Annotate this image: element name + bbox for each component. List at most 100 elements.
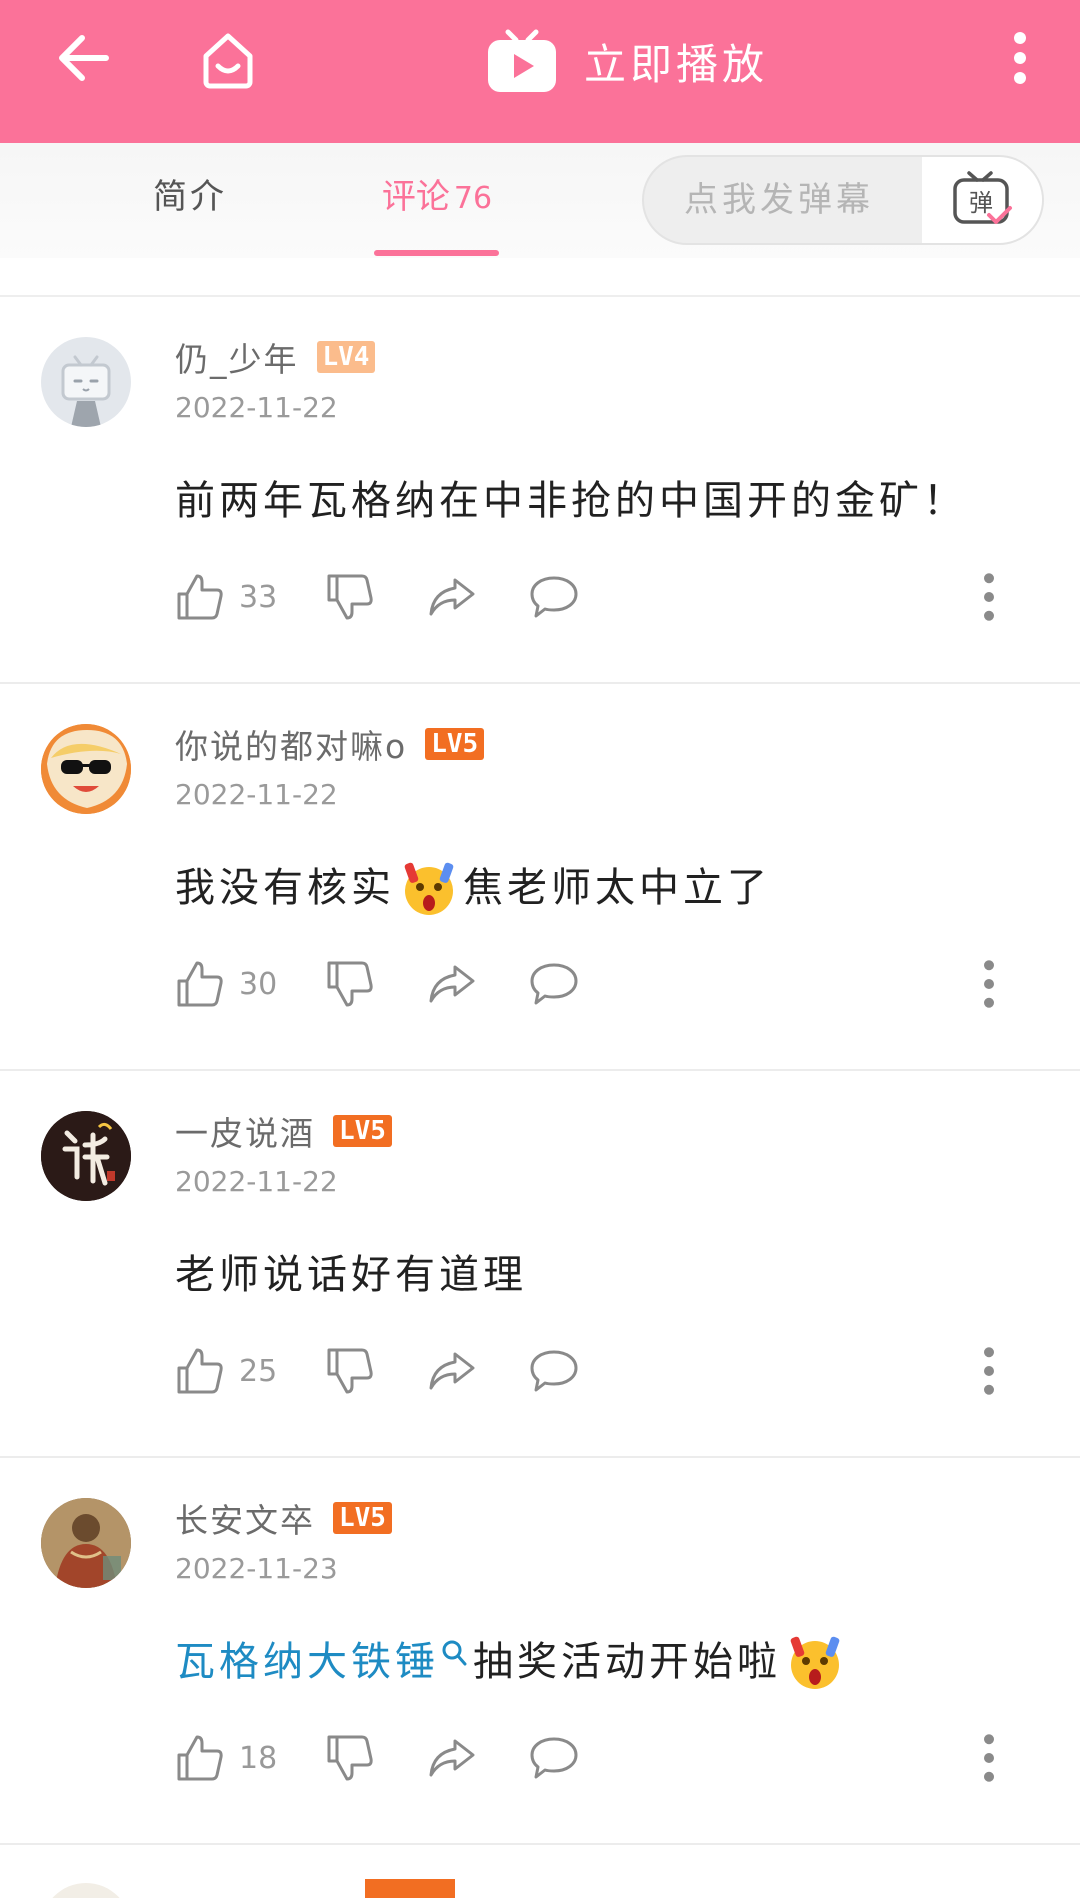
level-badge: LV5 — [333, 1115, 392, 1147]
comment-count: 76 — [453, 181, 493, 216]
dislike-button[interactable] — [325, 1343, 375, 1399]
comment-text: 我没有核实 焦老师太中立了 — [175, 860, 771, 916]
search-icon — [442, 1640, 467, 1666]
comment-date: 2022-11-22 — [175, 778, 338, 811]
comment-item: 仍_少年 LV4 2022-11-22 前两年瓦格纳在中非抢的中国开的金矿！ 3… — [0, 297, 1080, 684]
like-button[interactable]: 18 — [175, 1730, 277, 1786]
comment-item: 你说的都对嘛o LV5 2022-11-22 我没有核实 焦老师太中立了 30 — [0, 684, 1080, 1071]
share-icon — [429, 578, 475, 616]
next-comment-peek — [0, 1875, 1080, 1898]
user-row: 你说的都对嘛o LV5 — [175, 720, 485, 768]
comment-more-button[interactable] — [979, 956, 999, 1012]
user-row: 仍_少年 LV4 — [175, 333, 376, 381]
danmaku-input[interactable]: 点我发弹幕 弹 — [642, 155, 1044, 245]
share-button[interactable] — [427, 569, 477, 625]
avatar[interactable] — [41, 1111, 131, 1201]
comment-actions: 18 — [175, 1730, 1035, 1786]
danmaku-toggle-button[interactable]: 弹 — [922, 157, 1042, 243]
more-vertical-icon — [984, 573, 994, 621]
home-icon — [203, 33, 253, 89]
user-avatar-icon — [41, 1111, 131, 1201]
like-button[interactable]: 33 — [175, 569, 277, 625]
comment-more-button[interactable] — [979, 569, 999, 625]
like-count: 25 — [239, 1353, 278, 1389]
dislike-button[interactable] — [325, 1730, 375, 1786]
comment-text: 前两年瓦格纳在中非抢的中国开的金矿！ — [175, 473, 967, 529]
user-row: 长安文卒 LV5 — [175, 1496, 392, 1540]
comment-date: 2022-11-22 — [175, 1165, 338, 1198]
reply-button[interactable] — [529, 1730, 579, 1786]
dislike-button[interactable] — [325, 569, 375, 625]
thumbs-up-icon — [177, 961, 223, 1007]
like-button[interactable]: 25 — [175, 1343, 277, 1399]
tab-comments-label: 评论 — [381, 177, 450, 217]
play-now-button[interactable]: 立即播放 — [486, 26, 768, 96]
comment-bubble-icon — [530, 1737, 578, 1779]
comment-text: 老师说话好有道理 — [175, 1247, 527, 1303]
reply-button[interactable] — [529, 1343, 579, 1399]
more-vertical-icon — [984, 1347, 994, 1395]
level-badge: LV5 — [425, 728, 485, 760]
top-bar: 立即播放 — [0, 0, 1080, 143]
thumbs-down-icon — [327, 1348, 373, 1394]
arrow-left-icon — [59, 35, 109, 81]
more-vertical-icon — [984, 960, 994, 1008]
avatar[interactable] — [41, 724, 131, 814]
comment-bubble-icon — [530, 1350, 578, 1392]
like-count: 18 — [239, 1740, 278, 1776]
dislike-button[interactable] — [325, 956, 375, 1012]
comment-date: 2022-11-22 — [175, 391, 338, 424]
reply-button[interactable] — [529, 569, 579, 625]
comment-item: 长安文卒 LV5 2022-11-23 瓦格纳大铁锤 抽奖活动开始啦 18 — [0, 1458, 1080, 1845]
more-menu-button[interactable] — [1000, 26, 1040, 90]
tab-intro[interactable]: 简介 — [130, 169, 250, 225]
danmaku-icon: 弹 — [953, 171, 1012, 224]
thumbs-up-icon — [177, 1348, 223, 1394]
active-tab-indicator — [374, 250, 499, 256]
reply-button[interactable] — [529, 956, 579, 1012]
share-icon — [429, 1739, 475, 1777]
comment-text-after: 抽奖活动开始啦 — [473, 1639, 781, 1685]
username[interactable]: 仍_少年 — [175, 333, 299, 381]
comment-text-after: 焦老师太中立了 — [463, 865, 771, 911]
level-badge: LV5 — [333, 1502, 392, 1534]
username[interactable]: 你说的都对嘛o — [175, 720, 407, 768]
search-link[interactable]: 瓦格纳大铁锤 — [175, 1634, 439, 1690]
username[interactable]: 一皮说酒 — [175, 1107, 315, 1155]
tab-comments[interactable]: 评论 76 — [376, 169, 498, 225]
username[interactable]: 长安文卒 — [175, 1494, 315, 1542]
comment-text-content: 老师说话好有道理 — [175, 1252, 527, 1298]
avatar[interactable] — [41, 337, 131, 427]
avatar[interactable] — [41, 1883, 131, 1898]
home-button[interactable] — [192, 24, 264, 96]
thumbs-up-icon — [177, 574, 223, 620]
more-vertical-icon — [984, 1734, 994, 1782]
level-badge — [365, 1879, 455, 1898]
thumbs-down-icon — [327, 961, 373, 1007]
comment-more-button[interactable] — [979, 1343, 999, 1399]
tab-bar: 简介 评论 76 点我发弹幕 弹 — [0, 143, 1080, 258]
user-row: 一皮说酒 LV5 — [175, 1109, 392, 1153]
share-icon — [429, 965, 475, 1003]
comment-actions: 30 — [175, 956, 1035, 1012]
avatar[interactable] — [41, 1498, 131, 1588]
user-avatar-icon — [41, 724, 131, 814]
comment-text-content: 前两年瓦格纳在中非抢的中国开的金矿！ — [175, 478, 967, 524]
comment-date: 2022-11-23 — [175, 1552, 338, 1585]
like-count: 33 — [239, 579, 278, 615]
more-vertical-icon — [1014, 32, 1026, 84]
tv-play-icon — [488, 29, 556, 92]
user-avatar-icon — [41, 1498, 131, 1588]
comment-bubble-icon — [530, 963, 578, 1005]
danmaku-placeholder: 点我发弹幕 — [684, 180, 874, 220]
share-button[interactable] — [427, 956, 477, 1012]
share-button[interactable] — [427, 1730, 477, 1786]
like-button[interactable]: 30 — [175, 956, 277, 1012]
play-now-label: 立即播放 — [584, 39, 769, 89]
comment-item: 一皮说酒 LV5 2022-11-22 老师说话好有道理 25 — [0, 1071, 1080, 1458]
comment-more-button[interactable] — [979, 1730, 999, 1786]
shocked-emoji-icon — [404, 862, 454, 915]
share-button[interactable] — [427, 1343, 477, 1399]
back-button[interactable] — [52, 26, 116, 90]
default-avatar-icon — [61, 355, 111, 427]
